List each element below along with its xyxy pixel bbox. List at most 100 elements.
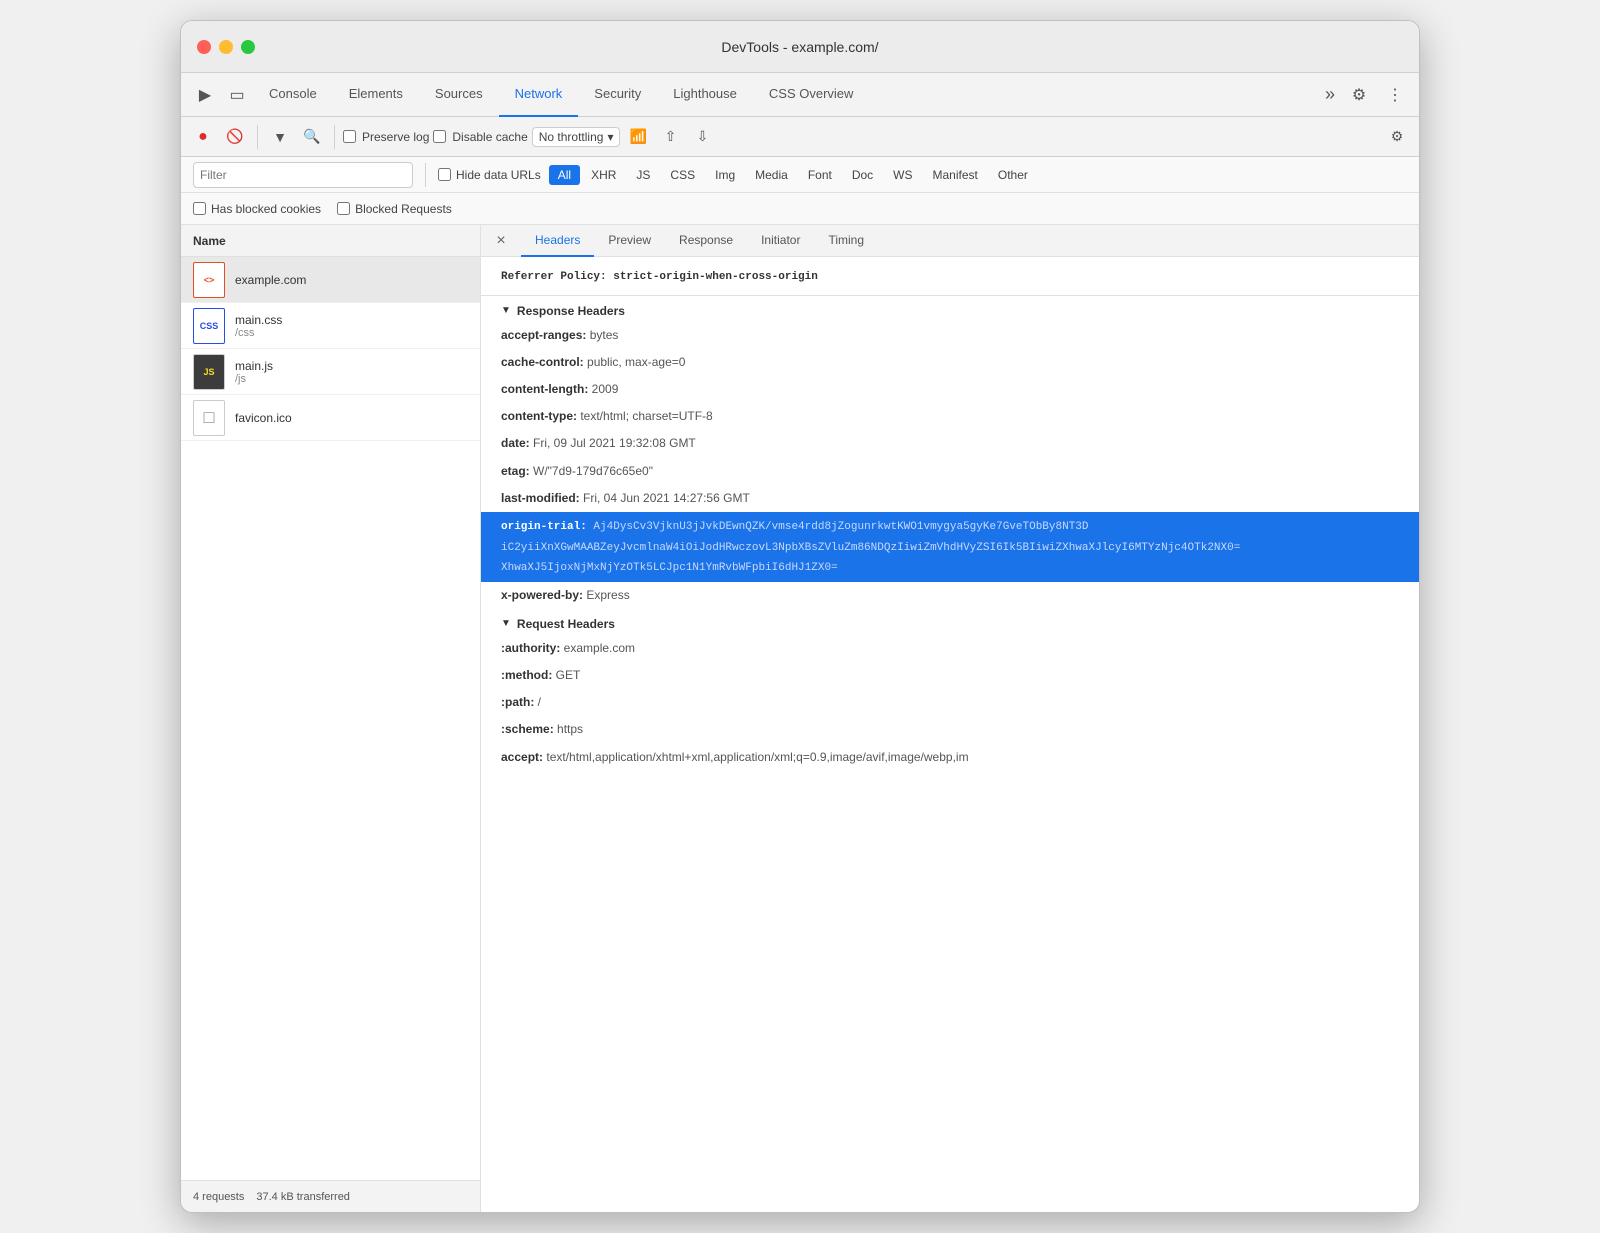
more-options-icon[interactable]: ⋮ <box>1379 79 1411 111</box>
preserve-log-input[interactable] <box>343 130 356 143</box>
type-manifest-button[interactable]: Manifest <box>924 165 987 185</box>
close-button[interactable] <box>197 40 211 54</box>
type-doc-button[interactable]: Doc <box>843 165 882 185</box>
wifi-icon[interactable]: 📶 <box>624 123 652 151</box>
filter-input[interactable] <box>200 168 406 182</box>
file-name: example.com <box>235 273 468 287</box>
type-all-button[interactable]: All <box>549 165 580 185</box>
tab-security[interactable]: Security <box>578 73 657 117</box>
list-item[interactable]: CSS main.css /css <box>181 303 480 349</box>
titlebar: DevTools - example.com/ <box>181 21 1419 73</box>
list-item[interactable]: JS main.js /js <box>181 349 480 395</box>
upload-icon[interactable]: ⇧ <box>656 123 684 151</box>
header-row: content-type: text/html; charset=UTF-8 <box>481 403 1419 430</box>
chevron-down-icon: ▾ <box>607 130 613 144</box>
transfer-size: 37.4 kB transferred <box>256 1191 350 1203</box>
minimize-button[interactable] <box>219 40 233 54</box>
files-panel: Name <> example.com CSS main.css /css <box>181 225 481 1212</box>
file-name: main.js <box>235 359 468 373</box>
header-row: cache-control: public, max-age=0 <box>481 349 1419 376</box>
clear-button[interactable]: 🚫 <box>221 123 249 151</box>
header-val: bytes <box>590 328 619 342</box>
close-panel-button[interactable]: × <box>489 229 513 253</box>
disable-cache-input[interactable] <box>433 130 446 143</box>
tab-css-overview[interactable]: CSS Overview <box>753 73 870 117</box>
tabs-overflow-button[interactable]: » <box>1317 84 1343 105</box>
filter-divider <box>425 163 426 187</box>
headers-panel: × Headers Preview Response Initiator Tim… <box>481 225 1419 1212</box>
tab-sources[interactable]: Sources <box>419 73 499 117</box>
network-toolbar: ● 🚫 ▼ 🔍 Preserve log Disable cache No th… <box>181 117 1419 157</box>
throttle-select[interactable]: No throttling ▾ <box>532 127 621 147</box>
header-val: W/"7d9-179d76c65e0" <box>533 464 653 478</box>
header-row: x-powered-by: Express <box>481 582 1419 609</box>
header-row: :path: / <box>481 689 1419 716</box>
request-headers-section[interactable]: Request Headers <box>481 609 1419 635</box>
type-img-button[interactable]: Img <box>706 165 744 185</box>
type-css-button[interactable]: CSS <box>661 165 704 185</box>
main-content: Name <> example.com CSS main.css /css <box>181 225 1419 1212</box>
type-media-button[interactable]: Media <box>746 165 797 185</box>
filter-icon[interactable]: ▼ <box>266 123 294 151</box>
tab-response[interactable]: Response <box>665 225 747 257</box>
header-key: :path: <box>501 695 534 709</box>
blocked-row: Has blocked cookies Blocked Requests <box>181 193 1419 225</box>
download-icon[interactable]: ⇩ <box>688 123 716 151</box>
header-val: https <box>557 722 583 736</box>
file-name: main.css <box>235 313 468 327</box>
hide-data-urls-input[interactable] <box>438 168 451 181</box>
responsive-icon[interactable]: ▭ <box>221 79 253 111</box>
files-header: Name <box>181 225 480 257</box>
js-icon: JS <box>193 354 225 390</box>
tab-timing[interactable]: Timing <box>814 225 878 257</box>
network-settings-icon[interactable]: ⚙ <box>1383 123 1411 151</box>
hide-data-urls-checkbox[interactable]: Hide data URLs <box>438 168 541 182</box>
header-key: date: <box>501 436 530 450</box>
tab-headers[interactable]: Headers <box>521 225 594 257</box>
filter-input-wrap <box>193 162 413 188</box>
tab-preview[interactable]: Preview <box>594 225 665 257</box>
tab-lighthouse[interactable]: Lighthouse <box>657 73 753 117</box>
search-icon[interactable]: 🔍 <box>298 123 326 151</box>
window-title: DevTools - example.com/ <box>721 39 878 55</box>
tab-initiator[interactable]: Initiator <box>747 225 814 257</box>
tab-console[interactable]: Console <box>253 73 333 117</box>
header-row: accept: text/html,application/xhtml+xml,… <box>481 744 1419 771</box>
list-item[interactable]: <> example.com <box>181 257 480 303</box>
file-list: <> example.com CSS main.css /css JS <box>181 257 480 1180</box>
type-filters: All XHR JS CSS Img Media Font Doc WS Man… <box>549 165 1037 185</box>
header-val: / <box>538 695 541 709</box>
origin-trial-row: origin-trial: Aj4DysCv3VjknU3jJvkDEwnQZK… <box>481 512 1419 582</box>
header-val: example.com <box>564 641 635 655</box>
disable-cache-checkbox[interactable]: Disable cache <box>433 130 527 144</box>
cursor-icon[interactable]: ▶ <box>189 79 221 111</box>
header-row: last-modified: Fri, 04 Jun 2021 14:27:56… <box>481 485 1419 512</box>
response-headers-section[interactable]: Response Headers <box>481 296 1419 322</box>
settings-icon[interactable]: ⚙ <box>1343 79 1375 111</box>
referrer-policy-row: Referrer Policy: strict-origin-when-cros… <box>481 265 1419 296</box>
type-font-button[interactable]: Font <box>799 165 841 185</box>
list-item[interactable]: □ favicon.ico <box>181 395 480 441</box>
maximize-button[interactable] <box>241 40 255 54</box>
window-controls <box>197 40 255 54</box>
header-key: accept: <box>501 750 543 764</box>
file-info: main.css /css <box>235 313 468 339</box>
has-blocked-cookies-input[interactable] <box>193 202 206 215</box>
file-info: main.js /js <box>235 359 468 385</box>
type-xhr-button[interactable]: XHR <box>582 165 625 185</box>
header-key: accept-ranges: <box>501 328 586 342</box>
tab-elements[interactable]: Elements <box>333 73 419 117</box>
has-blocked-cookies-checkbox[interactable]: Has blocked cookies <box>193 202 321 216</box>
tab-network[interactable]: Network <box>499 73 579 117</box>
blocked-requests-input[interactable] <box>337 202 350 215</box>
type-other-button[interactable]: Other <box>989 165 1037 185</box>
header-val: Express <box>586 588 629 602</box>
toolbar-divider-1 <box>257 125 258 149</box>
header-row: :scheme: https <box>481 716 1419 743</box>
blocked-requests-checkbox[interactable]: Blocked Requests <box>337 202 452 216</box>
header-val: Fri, 09 Jul 2021 19:32:08 GMT <box>533 436 696 450</box>
preserve-log-checkbox[interactable]: Preserve log <box>343 130 429 144</box>
record-button[interactable]: ● <box>189 123 217 151</box>
type-ws-button[interactable]: WS <box>884 165 921 185</box>
type-js-button[interactable]: JS <box>627 165 659 185</box>
